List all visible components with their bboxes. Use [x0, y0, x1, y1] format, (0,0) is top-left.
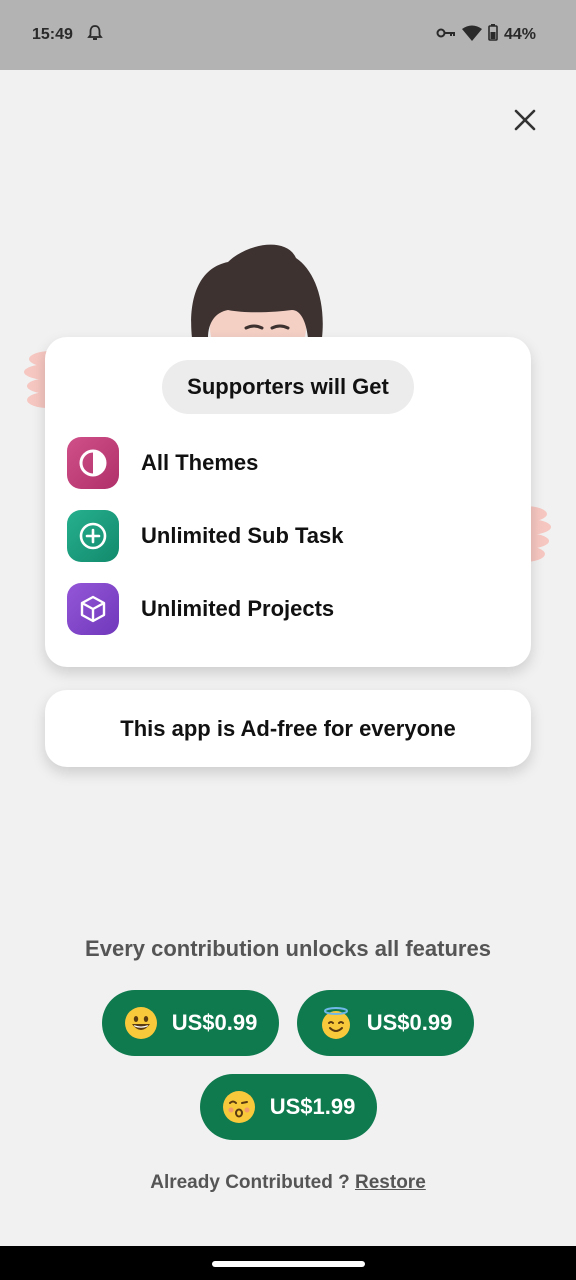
- cube-icon: [67, 583, 119, 635]
- price-button-0-99-halo[interactable]: US$0.99: [297, 990, 474, 1056]
- price-label: US$0.99: [171, 1010, 258, 1035]
- restore-link[interactable]: Restore: [355, 1172, 426, 1193]
- restore-prefix: Already Contributed ?: [150, 1172, 350, 1193]
- feature-label: All Themes: [141, 450, 259, 475]
- plus-circle-icon: [67, 510, 119, 562]
- battery-icon: [488, 24, 498, 46]
- vpn-key-icon: [436, 26, 456, 44]
- feature-unlimited-sub-task: Unlimited Sub Task: [67, 510, 507, 562]
- avatar-illustration: [188, 240, 328, 370]
- feature-all-themes: All Themes: [67, 437, 507, 489]
- kissing-face-icon: [222, 1091, 255, 1123]
- close-button[interactable]: [505, 100, 545, 140]
- benefits-title: Supporters will Get: [162, 360, 414, 414]
- navigation-bar: [0, 1246, 576, 1280]
- home-indicator[interactable]: [212, 1261, 365, 1267]
- wifi-icon: [461, 25, 482, 46]
- contribution-text: Every contribution unlocks all features: [85, 936, 491, 961]
- price-button-0-99-grinning[interactable]: US$0.99: [102, 990, 279, 1056]
- adfree-notice: This app is Ad-free for everyone: [45, 690, 531, 767]
- feature-unlimited-projects: Unlimited Projects: [67, 583, 507, 635]
- price-button-1-99-kissing[interactable]: US$1.99: [200, 1074, 377, 1140]
- price-label: US$1.99: [269, 1094, 356, 1119]
- restore-row: Already Contributed ? Restore: [0, 1172, 576, 1194]
- feature-label: Unlimited Projects: [141, 596, 335, 621]
- theme-icon: [67, 437, 119, 489]
- halo-face-icon: [321, 1007, 350, 1039]
- close-icon: [514, 109, 536, 131]
- status-time: 15:49: [32, 26, 73, 43]
- status-bar: 15:49 44%: [0, 0, 576, 70]
- status-right: 44%: [436, 24, 536, 46]
- battery-percent: 44%: [503, 26, 536, 43]
- grinning-face-icon: [124, 1007, 157, 1039]
- benefits-card: Supporters will Get All Themes Unlimited…: [45, 337, 531, 667]
- feature-label: Unlimited Sub Task: [141, 523, 344, 548]
- status-left: 15:49: [32, 24, 103, 47]
- price-label: US$0.99: [366, 1010, 453, 1035]
- alarm-icon: [87, 24, 103, 47]
